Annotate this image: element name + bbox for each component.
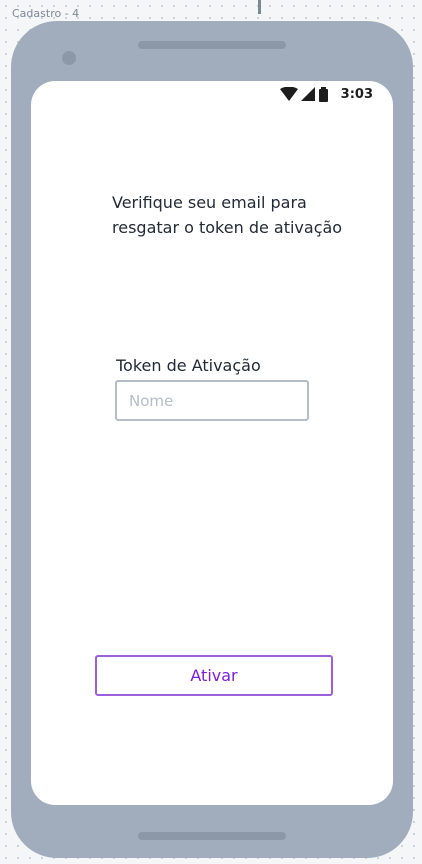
activate-button[interactable]: Ativar bbox=[95, 655, 333, 696]
wifi-icon bbox=[279, 87, 298, 101]
frame-label: Cadastro - 4 bbox=[12, 7, 80, 20]
phone-screen: 3:03 Verifique seu email para resgatar o… bbox=[31, 81, 393, 805]
camera-icon bbox=[62, 51, 76, 65]
token-input[interactable] bbox=[115, 380, 309, 421]
phone-mockup: 3:03 Verifique seu email para resgatar o… bbox=[11, 21, 413, 858]
home-indicator bbox=[138, 832, 286, 840]
status-bar: 3:03 bbox=[279, 86, 373, 102]
signal-icon bbox=[300, 87, 315, 101]
token-label: Token de Ativação bbox=[116, 356, 261, 375]
frame-connector bbox=[258, 0, 261, 14]
phone-speaker bbox=[138, 41, 286, 49]
battery-icon bbox=[318, 86, 329, 102]
instruction-text: Verifique seu email para resgatar o toke… bbox=[112, 193, 343, 237]
status-time: 3:03 bbox=[340, 86, 373, 102]
